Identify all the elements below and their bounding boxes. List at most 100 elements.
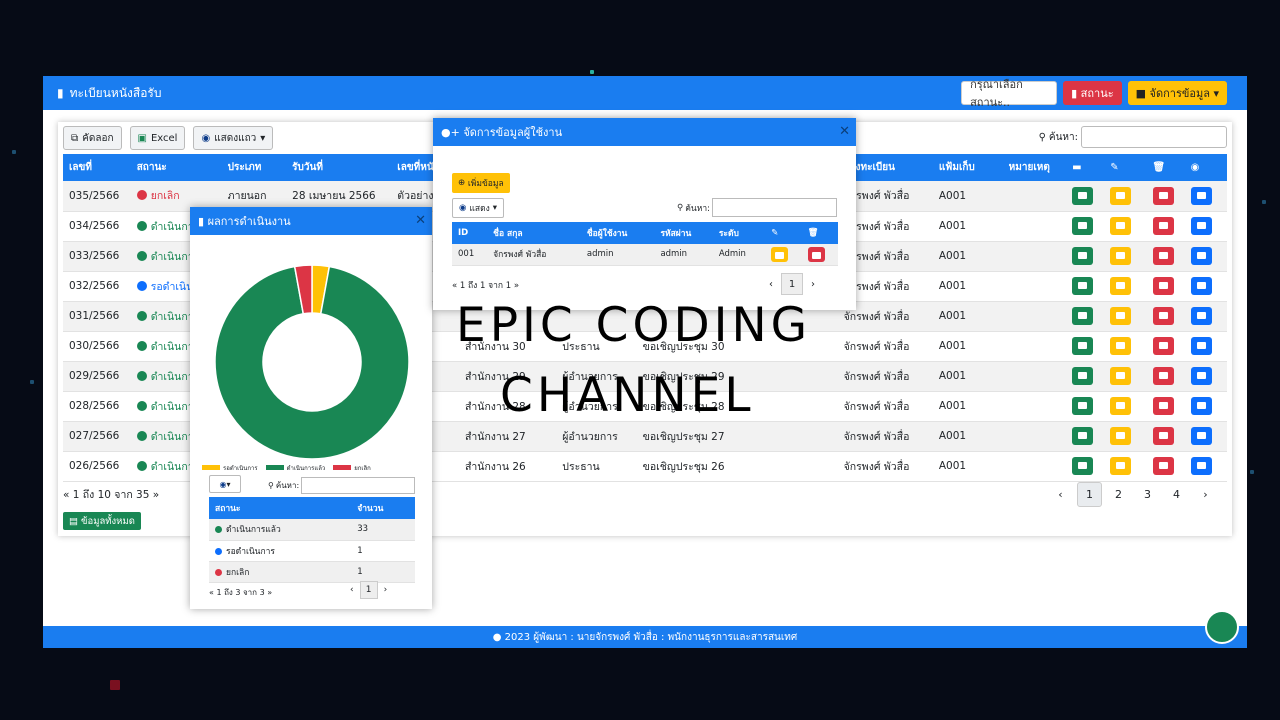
view-button[interactable] (1190, 307, 1212, 325)
user-header-name[interactable]: ชื่อ สกุล (487, 222, 581, 244)
edit-button[interactable] (1110, 427, 1132, 445)
excel-label: Excel (150, 132, 178, 144)
excel-button[interactable]: ▣ Excel (129, 126, 186, 150)
to-cell: ผู้อำนวยการ (556, 421, 637, 452)
manage-data-button[interactable]: ■ จัดการข้อมูล ▾ (1127, 81, 1227, 105)
stats-header-status[interactable]: สถานะ (209, 497, 352, 519)
no-cell: 032/2566 (63, 271, 131, 302)
copy-icon: ⧉ (71, 132, 79, 144)
search-input[interactable] (1081, 126, 1227, 148)
user-header-password[interactable]: รหัสผ่าน (654, 222, 713, 244)
delete-button[interactable] (1152, 367, 1174, 385)
legend-item[interactable]: รอดำเนินการ (202, 463, 258, 473)
delete-button[interactable] (1152, 397, 1174, 415)
open-file-button[interactable] (1072, 427, 1094, 445)
delete-button[interactable] (807, 246, 825, 262)
legend-item[interactable]: ยกเลิก (333, 463, 371, 473)
action-cell (1184, 301, 1227, 332)
next-page-button[interactable]: › (811, 279, 815, 290)
status-button[interactable]: ▮ สถานะ (1063, 81, 1122, 105)
folder-icon: ■ (1135, 86, 1150, 100)
open-file-button[interactable] (1072, 186, 1094, 205)
view-button[interactable] (1190, 457, 1212, 475)
column-header-10[interactable]: แฟ้มเก็บ (932, 154, 1003, 181)
edit-button[interactable] (1110, 367, 1132, 385)
show-rows-button[interactable]: ◉ แสดงแถว ▾ (193, 126, 274, 150)
all-data-button[interactable]: ▤ ข้อมูลทั้งหมด (63, 512, 141, 530)
column-header-1[interactable]: สถานะ (130, 154, 222, 181)
column-header-11[interactable]: หมายเหตุ (1002, 154, 1067, 181)
edit-button[interactable] (1110, 337, 1132, 355)
page-4[interactable]: 4 (1164, 482, 1189, 507)
action-cell (1146, 451, 1185, 482)
view-button[interactable] (1190, 397, 1212, 415)
column-header-3[interactable]: รับวันที่ (286, 154, 392, 181)
delete-button[interactable] (1152, 337, 1174, 355)
open-file-button[interactable] (1072, 217, 1094, 235)
delete-button[interactable] (1152, 307, 1174, 325)
close-icon[interactable]: ✕ (415, 213, 426, 228)
delete-button[interactable] (1152, 457, 1174, 475)
open-file-button[interactable] (1072, 367, 1094, 385)
view-button[interactable] (1190, 337, 1212, 355)
next-page-button[interactable]: › (384, 585, 388, 595)
page-1[interactable]: 1 (1077, 482, 1102, 507)
delete-button[interactable] (1152, 247, 1174, 265)
page-3[interactable]: 3 (1135, 482, 1160, 507)
action-cell (1146, 361, 1185, 392)
user-page-1[interactable]: 1 (781, 273, 803, 295)
view-button[interactable] (1190, 427, 1212, 445)
delete-button[interactable] (1152, 277, 1174, 295)
open-file-button[interactable] (1072, 247, 1094, 265)
edit-button[interactable] (1110, 217, 1132, 235)
view-button[interactable] (1190, 367, 1212, 385)
close-icon[interactable]: ✕ (839, 124, 850, 139)
edit-button[interactable] (1110, 457, 1132, 475)
eye-icon: ◉ (1184, 154, 1227, 181)
view-button[interactable] (1190, 217, 1212, 235)
page-2[interactable]: 2 (1106, 482, 1131, 507)
user-search-input[interactable] (711, 198, 837, 217)
file-cell: A001 (932, 451, 1003, 482)
edit-button[interactable] (1110, 186, 1132, 205)
view-button[interactable] (1190, 247, 1212, 265)
user-header-level[interactable]: ระดับ (712, 222, 766, 244)
stats-page-1[interactable]: 1 (359, 581, 378, 599)
user-header-id[interactable]: ID (452, 222, 488, 244)
next-page-button[interactable]: › (1193, 482, 1218, 507)
stats-search-input[interactable] (301, 477, 416, 494)
column-header-0[interactable]: เลขที่ (63, 154, 131, 181)
delete-button[interactable] (1152, 186, 1174, 205)
chat-fab-button[interactable] (1205, 610, 1239, 644)
edit-button[interactable] (1110, 277, 1132, 295)
view-button[interactable] (1190, 277, 1212, 295)
edit-button[interactable] (1110, 247, 1132, 265)
prev-page-button[interactable]: ‹ (769, 279, 773, 290)
table-row: ดำเนินการแล้ว 33 (209, 519, 415, 541)
prev-page-button[interactable]: ‹ (350, 585, 354, 595)
open-file-button[interactable] (1072, 337, 1094, 355)
stats-show-button[interactable]: ◉ ▾ (209, 475, 241, 493)
open-file-button[interactable] (1072, 457, 1094, 475)
edit-button[interactable] (1110, 307, 1132, 325)
open-file-button[interactable] (1072, 397, 1094, 415)
status-select[interactable]: กรุณาเลือกสถานะ.. (961, 78, 1058, 109)
add-user-button[interactable]: ⊕ เพิ่มข้อมูล (452, 173, 510, 193)
stats-header-count[interactable]: จำนวน (351, 497, 415, 519)
column-header-2[interactable]: ประเภท (221, 154, 287, 181)
edit-button[interactable] (1110, 397, 1132, 415)
copy-button[interactable]: ⧉ คัดลอก (63, 126, 122, 150)
view-button[interactable] (1190, 186, 1212, 205)
user-header-username[interactable]: ชื่อผู้ใช้งาน (580, 222, 655, 244)
search-icon: ⚲ (677, 202, 684, 213)
delete-button[interactable] (1152, 217, 1174, 235)
user-show-button[interactable]: ◉ แสดง ▾ (452, 198, 505, 218)
delete-button[interactable] (1152, 427, 1174, 445)
legend-item[interactable]: ดำเนินการแล้ว (265, 463, 325, 473)
open-file-button[interactable] (1072, 277, 1094, 295)
prev-page-button[interactable]: ‹ (1048, 482, 1073, 507)
edit-button[interactable] (771, 246, 789, 262)
open-file-button[interactable] (1072, 307, 1094, 325)
users-table: ID ชื่อ สกุล ชื่อผู้ใช้งาน รหัสผ่าน ระดั… (452, 222, 838, 266)
reg-cell: จักรพงศ์ พัวสื่อ (837, 361, 933, 392)
